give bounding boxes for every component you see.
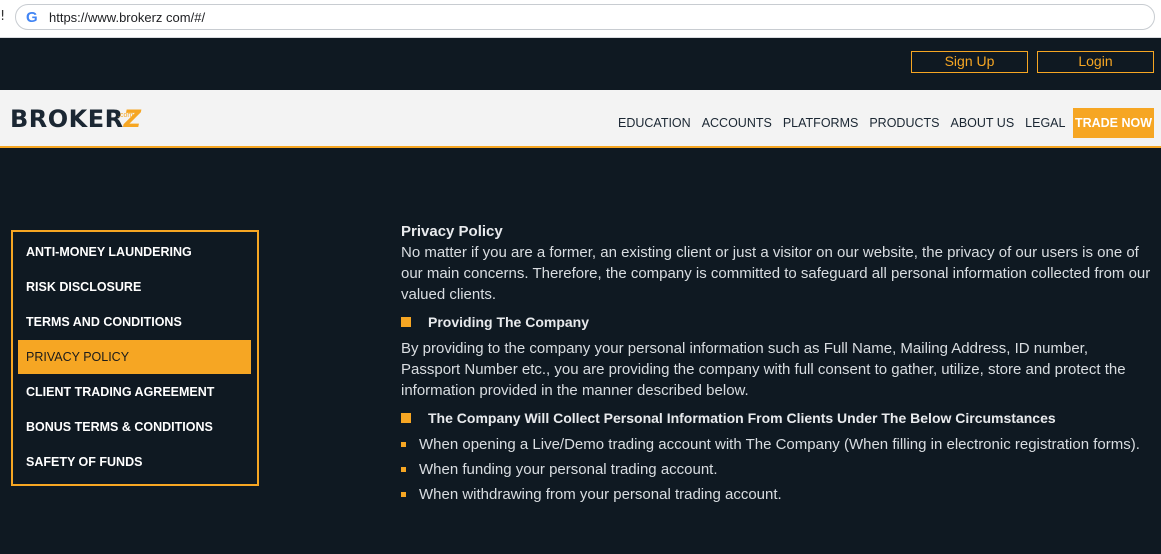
bullet-icon	[401, 492, 406, 497]
login-button[interactable]: Login	[1037, 51, 1154, 73]
bullet-icon	[401, 467, 406, 472]
section-heading-text: Providing The Company	[428, 314, 590, 330]
legal-sidebar: ANTI-MONEY LAUNDERING RISK DISCLOSURE TE…	[11, 230, 259, 486]
signup-button[interactable]: Sign Up	[911, 51, 1028, 73]
logo-text-z: Z	[123, 105, 142, 133]
google-icon: G	[26, 9, 38, 26]
list-item-text: When withdrawing from your personal trad…	[419, 486, 782, 503]
section-heading-providing: Providing The Company	[401, 311, 1151, 333]
list-item: When withdrawing from your personal trad…	[401, 484, 1151, 505]
square-bullet-icon	[401, 317, 411, 327]
page-title: Privacy Policy	[401, 223, 503, 240]
list-item-text: When funding your personal trading accou…	[419, 461, 718, 478]
privacy-policy-content: Privacy Policy No matter if you are a fo…	[401, 221, 1151, 509]
list-item: When opening a Live/Demo trading account…	[401, 434, 1151, 455]
trade-now-button[interactable]: TRADE NOW	[1073, 108, 1154, 138]
nav-item-platforms[interactable]: PLATFORMS	[783, 116, 858, 130]
partial-icon: !	[0, 9, 6, 24]
brokerz-logo[interactable]: BROKERZ	[10, 105, 142, 133]
logo-text-main: BROKER	[10, 105, 124, 133]
section-paragraph: By providing to the company your persona…	[401, 340, 1126, 399]
section-heading-collect: The Company Will Collect Personal Inform…	[401, 407, 1151, 429]
browser-address-bar: ! G https://www.brokerz com/#/	[0, 0, 1161, 38]
list-item-text: When opening a Live/Demo trading account…	[419, 436, 1140, 453]
sidebar-item-terms-and-conditions[interactable]: TERMS AND CONDITIONS	[18, 305, 251, 339]
nav-item-products[interactable]: PRODUCTS	[869, 116, 939, 130]
main-nav: BROKERZ .com EDUCATION ACCOUNTS PLATFORM…	[0, 90, 1161, 148]
sidebar-item-client-trading-agreement[interactable]: CLIENT TRADING AGREEMENT	[18, 375, 251, 409]
section-heading-text: The Company Will Collect Personal Inform…	[428, 410, 1056, 426]
nav-item-education[interactable]: EDUCATION	[618, 116, 691, 130]
bullet-icon	[401, 442, 406, 447]
sidebar-item-risk-disclosure[interactable]: RISK DISCLOSURE	[18, 270, 251, 304]
sidebar-item-privacy-policy[interactable]: PRIVACY POLICY	[18, 340, 251, 374]
top-bar: Sign Up Login	[0, 38, 1161, 90]
square-bullet-icon	[401, 413, 411, 423]
nav-item-about-us[interactable]: ABOUT US	[950, 116, 1014, 130]
nav-item-legal[interactable]: LEGAL	[1025, 116, 1065, 130]
url-text[interactable]: https://www.brokerz com/#/	[49, 10, 205, 25]
url-field[interactable]: G https://www.brokerz com/#/	[15, 4, 1155, 30]
logo-com-text: .com	[118, 112, 134, 119]
list-item: When funding your personal trading accou…	[401, 459, 1151, 480]
sidebar-item-bonus-terms[interactable]: BONUS TERMS & CONDITIONS	[18, 410, 251, 444]
sidebar-item-safety-of-funds[interactable]: SAFETY OF FUNDS	[18, 445, 251, 479]
nav-menu: EDUCATION ACCOUNTS PLATFORMS PRODUCTS AB…	[618, 116, 1076, 130]
sidebar-item-anti-money-laundering[interactable]: ANTI-MONEY LAUNDERING	[18, 235, 251, 269]
nav-item-accounts[interactable]: ACCOUNTS	[702, 116, 772, 130]
intro-paragraph: No matter if you are a former, an existi…	[401, 244, 1151, 303]
